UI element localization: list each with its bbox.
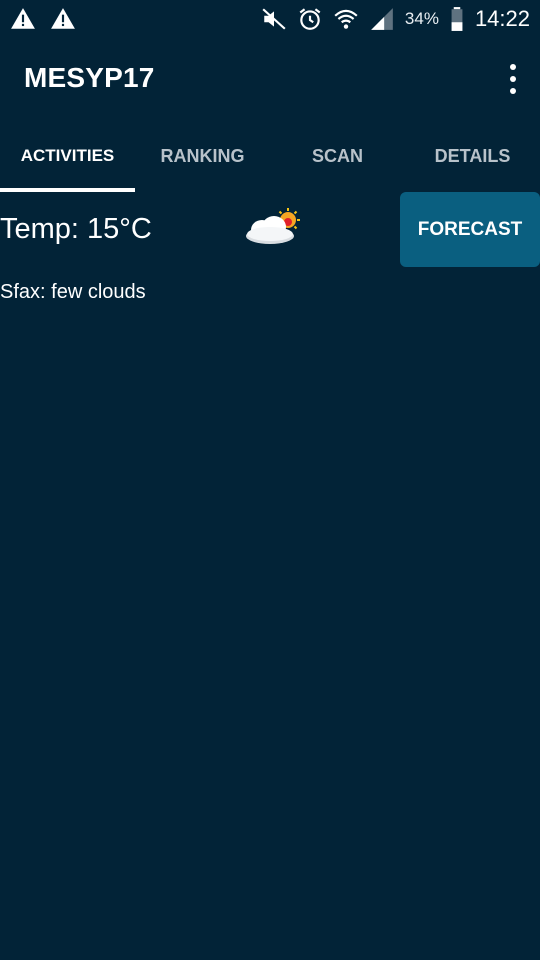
alarm-icon <box>297 6 323 32</box>
menu-dot <box>510 76 516 82</box>
menu-dot <box>510 64 516 70</box>
menu-dot <box>510 88 516 94</box>
clock: 14:22 <box>474 6 530 31</box>
temperature-label: Temp: 15°C <box>0 213 152 245</box>
tab-activities[interactable]: ACTIVITIES <box>0 120 135 192</box>
overflow-menu-icon[interactable] <box>504 64 522 94</box>
tab-bar: ACTIVITIES RANKING SCAN DETAILS <box>0 120 540 192</box>
status-right: 34% 14:22 <box>261 6 540 32</box>
battery-percent: 34% <box>404 9 439 28</box>
battery-icon <box>449 6 465 32</box>
app-screen: 34% 14:22 MESYP17 ACTIVITIES RANKING SCA… <box>0 0 540 960</box>
mute-icon <box>261 6 287 32</box>
tab-ranking[interactable]: RANKING <box>135 120 270 192</box>
few-clouds-icon <box>242 206 304 246</box>
signal-icon <box>369 6 395 32</box>
tab-scan[interactable]: SCAN <box>270 120 405 192</box>
wifi-icon <box>333 6 359 32</box>
weather-description: Sfax: few clouds <box>0 281 146 303</box>
app-title: MESYP17 <box>24 62 155 93</box>
status-left <box>0 6 76 32</box>
warning-icon <box>50 6 76 32</box>
forecast-button[interactable]: FORECAST <box>400 192 540 267</box>
warning-icon <box>10 6 36 32</box>
tab-details[interactable]: DETAILS <box>405 120 540 192</box>
status-bar: 34% 14:22 <box>0 0 540 38</box>
app-bar: MESYP17 <box>0 38 540 120</box>
